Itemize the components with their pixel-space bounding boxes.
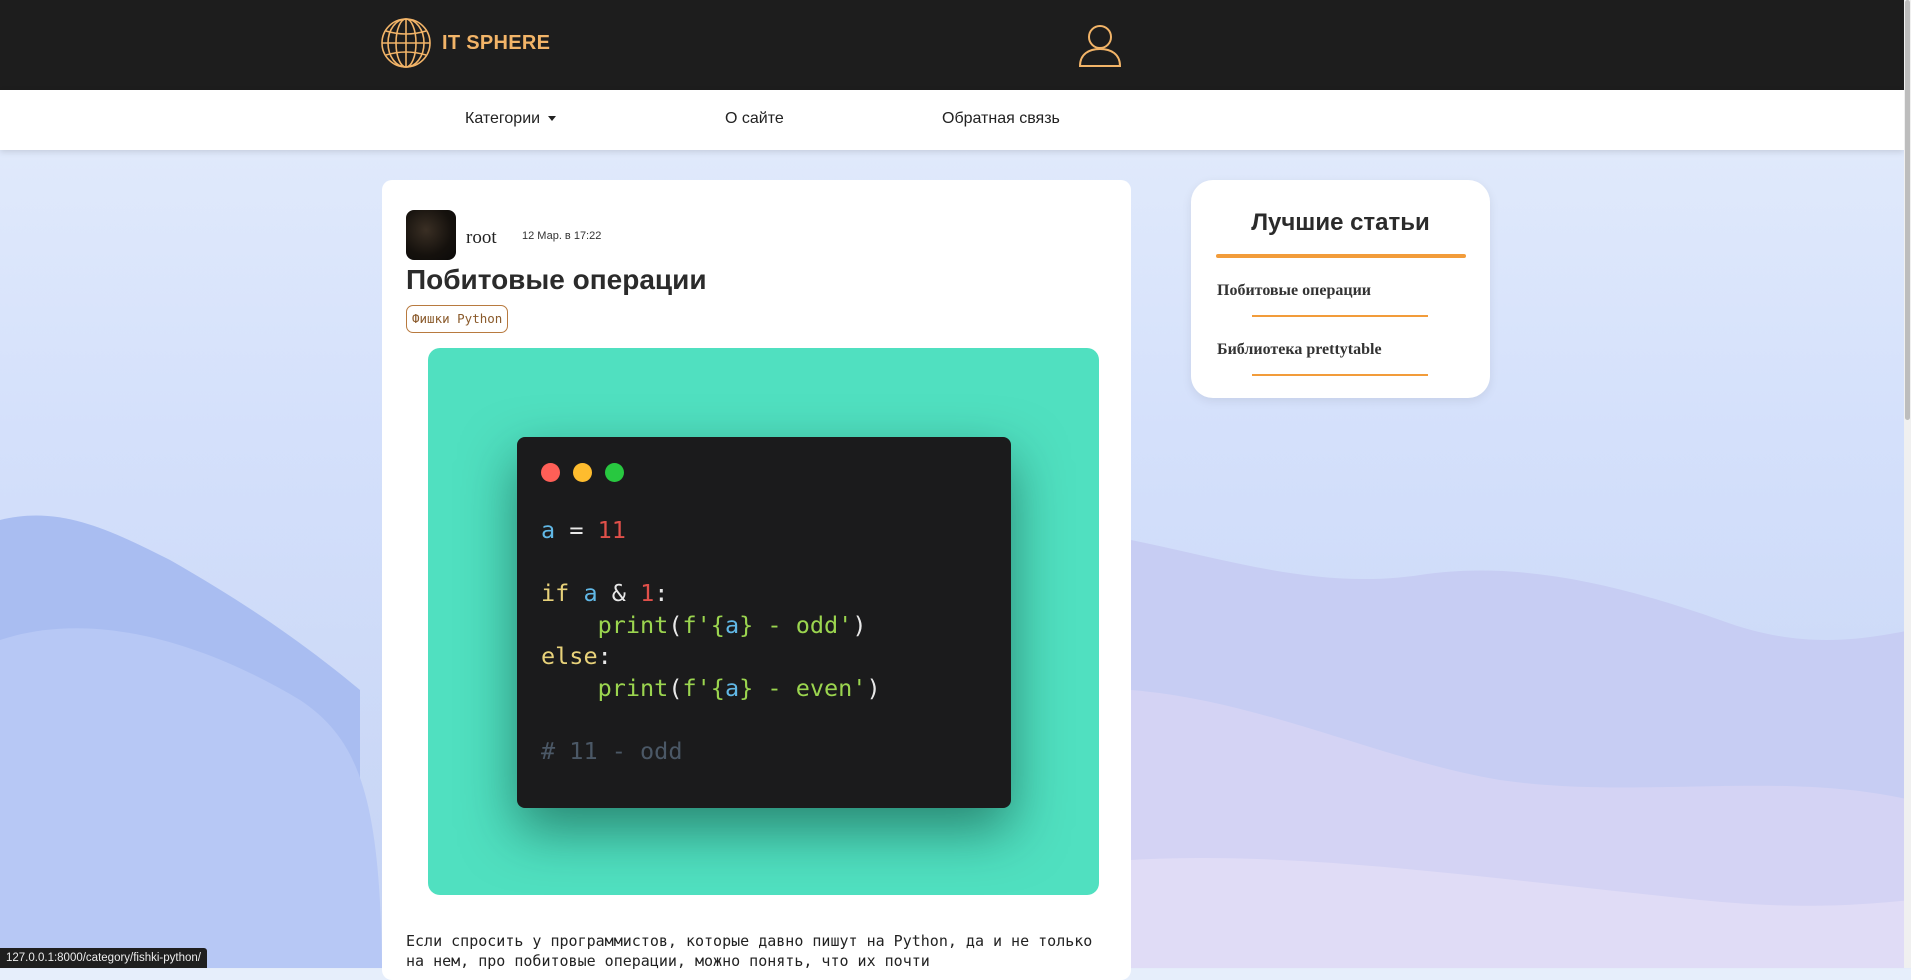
code-line: # 11 - odd <box>541 736 683 765</box>
caret-down-icon <box>548 116 557 122</box>
top-header: IT SPHERE <box>0 0 1904 90</box>
nav-about[interactable]: О сайте <box>725 110 784 128</box>
best-article-link[interactable]: Побитовые операции <box>1217 282 1371 300</box>
code-line: print(f'{a} - odd') <box>597 610 867 639</box>
logo-text: IT SPHERE <box>442 31 551 54</box>
link-underline <box>1252 315 1428 317</box>
window-close-dot <box>541 463 560 482</box>
code-snippet: a = 11 if a & 1: print(f'{a} - odd') els… <box>541 515 881 767</box>
code-window: a = 11 if a & 1: print(f'{a} - odd') els… <box>517 437 1011 808</box>
nav-categories[interactable]: Категории <box>465 110 557 128</box>
window-minimize-dot <box>573 463 592 482</box>
article-image: a = 11 if a & 1: print(f'{a} - odd') els… <box>428 348 1099 895</box>
site-logo[interactable]: IT SPHERE <box>380 17 550 69</box>
code-line: a = 11 <box>541 516 626 544</box>
sidebar-divider <box>1216 254 1466 258</box>
article-card: root 12 Мар. в 17:22 Побитовые операции … <box>382 180 1131 980</box>
author-avatar[interactable] <box>406 210 456 260</box>
author-name[interactable]: root <box>466 227 497 249</box>
nav-categories-label: Категории <box>465 110 541 127</box>
sidebar-title: Лучшие статьи <box>1251 209 1430 236</box>
article-title[interactable]: Побитовые операции <box>406 264 707 296</box>
best-articles-panel: Лучшие статьи Побитовые операции Библиот… <box>1191 180 1490 398</box>
code-line: else: <box>541 642 612 670</box>
code-line: if a & 1: <box>541 579 669 607</box>
globe-icon <box>381 18 431 68</box>
code-line: print(f'{a} - even') <box>597 673 881 702</box>
main-nav: Категории О сайте Обратная связь <box>0 90 1904 150</box>
page-scrollbar[interactable] <box>1904 0 1911 968</box>
scroll-thumb[interactable] <box>1905 0 1910 420</box>
article-body: Если спросить у программистов, которые д… <box>406 932 1093 970</box>
best-article-link[interactable]: Библиотека prettytable <box>1217 341 1382 359</box>
nav-feedback[interactable]: Обратная связь <box>942 110 1060 128</box>
link-underline <box>1252 374 1428 376</box>
status-bar-url: 127.0.0.1:8000/category/fishki-python/ <box>0 948 207 968</box>
category-tag[interactable]: Фишки Python <box>406 305 509 333</box>
user-icon[interactable] <box>1077 22 1123 68</box>
post-date: 12 Мар. в 17:22 <box>522 230 602 242</box>
window-maximize-dot <box>605 463 624 482</box>
